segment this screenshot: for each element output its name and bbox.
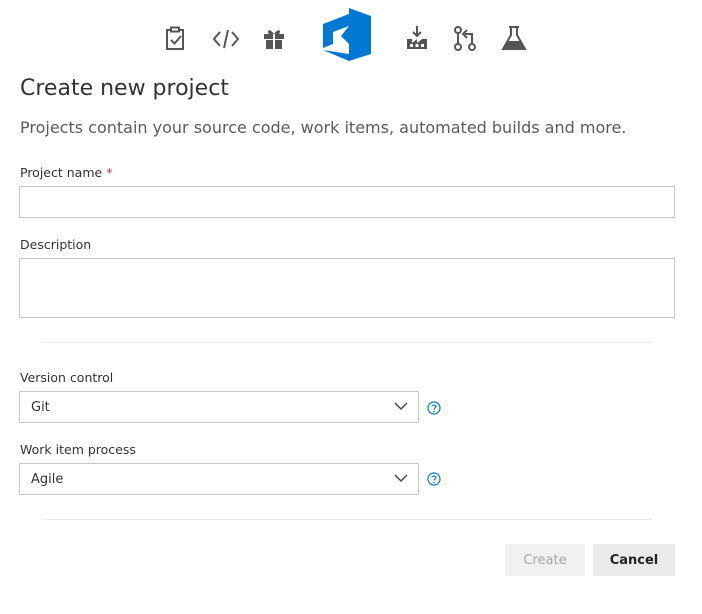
description-input[interactable] [20,259,674,317]
divider [42,342,652,343]
version-control-select[interactable]: Git [19,391,419,423]
description-field-wrapper [19,258,675,318]
test-flask-icon [501,26,527,50]
chevron-down-icon [394,402,408,410]
cancel-button[interactable]: Cancel [593,544,675,576]
work-item-process-value: Agile [31,472,64,487]
pull-request-icon [454,26,476,51]
description-label: Description [20,237,92,252]
project-name-input[interactable] [20,187,674,217]
project-name-field-wrapper [19,186,675,218]
help-icon[interactable] [427,472,441,486]
header-icon-row [0,0,702,70]
create-button[interactable]: Create [505,544,585,576]
page-title: Create new project [20,76,229,101]
code-icon [212,29,240,49]
project-name-label-text: Project name [20,165,103,180]
build-icon [407,26,427,49]
work-item-process-select[interactable]: Agile [19,463,419,495]
help-icon[interactable] [427,401,441,415]
boards-icon [166,26,184,50]
project-name-label: Project name * [20,165,112,180]
gift-icon [264,30,284,49]
chevron-down-icon [394,474,408,482]
version-control-value: Git [31,400,50,415]
page-subtitle: Projects contain your source code, work … [20,118,627,137]
work-item-process-label: Work item process [20,442,136,457]
divider [42,519,652,520]
visual-studio-logo [323,8,371,61]
version-control-label: Version control [20,370,114,385]
required-mark: * [106,165,113,180]
